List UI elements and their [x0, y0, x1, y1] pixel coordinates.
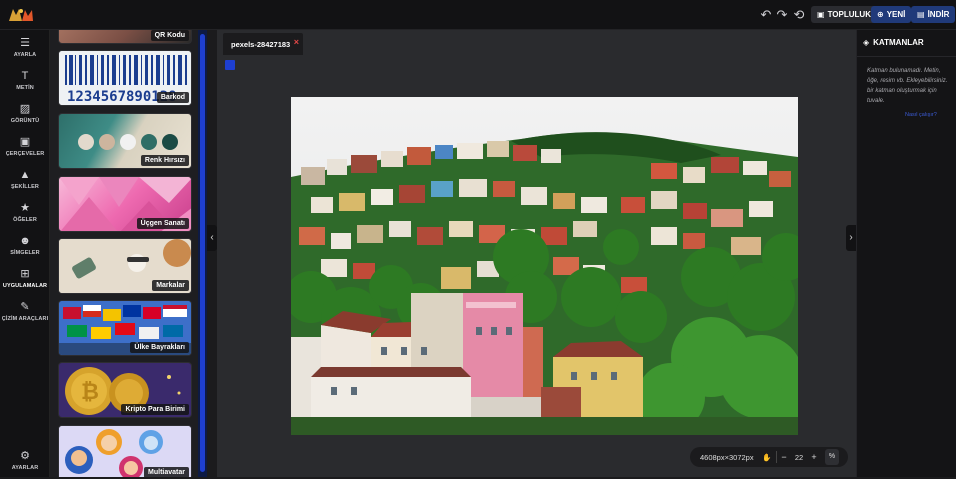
grid-icon: ⊞: [20, 268, 30, 280]
nav-item-icons[interactable]: ☻ SİMGELER: [0, 234, 50, 264]
shapes-icon: ▲: [19, 169, 31, 181]
community-button[interactable]: ▣ TOPLULUK: [811, 6, 877, 23]
app-card-crypto[interactable]: ₿ Kripto Para Birimi: [58, 362, 192, 418]
nav-item-image[interactable]: ▨ GÖRÜNTÜ: [0, 102, 50, 132]
app-card-brands[interactable]: Markalar: [58, 238, 192, 294]
zoom-level: 22: [794, 452, 804, 462]
nav-item-elements[interactable]: ★ ÖĞELER: [0, 201, 50, 231]
apps-panel: QR Kodu 1234567890128 Barkod Renk Hırsız…: [50, 30, 198, 477]
app-card-color-thief[interactable]: Renk Hırsızı: [58, 113, 192, 169]
canvas-workspace[interactable]: pexels-28427183 × 4608px×3072px ✋ − 22 +…: [217, 30, 856, 477]
selection-tool-icon[interactable]: [225, 60, 235, 70]
smiley-icon: ☻: [19, 235, 31, 247]
layers-panel: ◈ KATMANLAR Katman bulunamadı. Metin, öğ…: [856, 30, 956, 477]
collapse-left-panel-button[interactable]: ‹: [207, 225, 217, 251]
nav-item-text[interactable]: T METİN: [0, 69, 50, 99]
top-bar: ↶ ↷ ⟲ ▣ TOPLULUK ⊕ YENİ ▤ İNDİR: [0, 0, 956, 30]
image-add-icon: ▨: [19, 103, 31, 115]
zoom-in-button[interactable]: +: [807, 452, 821, 462]
nav-item-shapes[interactable]: ▲ ŞEKİLLER: [0, 168, 50, 198]
nav-item-apps[interactable]: ⊞ UYGULAMALAR: [0, 267, 50, 297]
brush-icon: ✎: [20, 301, 30, 313]
nav-item-drawing-tools[interactable]: ✎ ÇİZİM ARAÇLARI: [0, 300, 50, 330]
app-card-country-flags[interactable]: Ülke Bayrakları: [58, 300, 192, 356]
how-it-works-link[interactable]: Nasıl çalışır?: [905, 112, 937, 118]
gear-icon: ⚙: [20, 450, 30, 462]
star-icon: ★: [20, 202, 30, 214]
download-button[interactable]: ▤ İNDİR: [911, 6, 956, 23]
chevron-left-icon: ‹: [210, 232, 214, 243]
layers-title: ◈ KATMANLAR: [863, 38, 924, 47]
sliders-icon: ☰: [20, 37, 30, 49]
nav-item-adjust[interactable]: ☰ AYARLA: [0, 36, 50, 66]
zoom-bar: 4608px×3072px ✋ − 22 + %: [690, 447, 848, 467]
canvas-image[interactable]: [291, 97, 798, 435]
chevron-right-icon: ›: [849, 232, 853, 243]
layers-icon: ◈: [863, 38, 870, 47]
text-icon: T: [21, 70, 29, 82]
nav-item-settings[interactable]: ⚙ AYARLAR: [0, 449, 50, 479]
svg-text:₿: ₿: [81, 380, 99, 405]
app-card-qr-code[interactable]: QR Kodu: [58, 30, 192, 44]
frame-icon: ▣: [19, 136, 31, 148]
undo-icon[interactable]: ↶: [758, 7, 774, 23]
panel-scrollbar-thumb[interactable]: [200, 34, 205, 472]
history-icon[interactable]: ⟲: [791, 7, 807, 23]
image-dimensions: 4608px×3072px: [700, 452, 754, 462]
logo-icon[interactable]: [8, 6, 34, 24]
close-tab-icon[interactable]: ×: [294, 37, 299, 47]
chat-icon: ▣: [817, 10, 825, 19]
nav-item-frames[interactable]: ▣ ÇERÇEVELER: [0, 135, 50, 165]
collapse-right-panel-button[interactable]: ›: [846, 225, 856, 251]
new-button[interactable]: ⊕ YENİ: [871, 6, 912, 23]
zoom-out-button[interactable]: −: [777, 452, 791, 462]
left-nav: ☰ AYARLA T METİN ▨ GÖRÜNTÜ ▣ ÇERÇEVELER …: [0, 30, 50, 477]
layers-empty-message: Katman bulunamadı. Metin, öğe, resim vb.…: [867, 68, 948, 104]
app-card-barcode[interactable]: 1234567890128 Barkod: [58, 50, 192, 106]
app-card-multiavatar[interactable]: Multiavatar: [58, 425, 192, 477]
save-icon: ▤: [917, 10, 925, 19]
redo-icon[interactable]: ↷: [774, 7, 790, 23]
zoom-percent-button[interactable]: %: [825, 449, 839, 465]
tab-document[interactable]: pexels-28427183 ×: [223, 33, 303, 55]
plus-circle-icon: ⊕: [877, 10, 884, 19]
app-card-triangle-art[interactable]: Üçgen Sanatı: [58, 176, 192, 232]
hand-icon[interactable]: ✋: [758, 453, 776, 462]
